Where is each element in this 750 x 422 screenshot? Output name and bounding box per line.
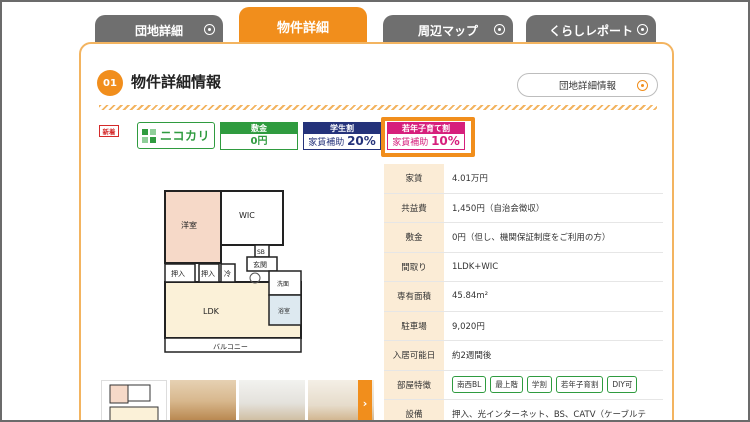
table-row: 間取り 1LDK+WIC <box>384 252 663 282</box>
thumbnail-photo[interactable] <box>170 380 236 420</box>
row-value: 45.84m² <box>452 291 489 302</box>
table-row: 家賃 4.01万円 <box>384 164 663 194</box>
floorplan-label: WIC <box>239 211 255 220</box>
badge-value: 家賃補助 20% <box>304 134 380 151</box>
property-details-table: 家賃 4.01万円 共益費 1,450円（自治会徴収） 敷金 0円（但し、機関保… <box>384 164 663 420</box>
badge-value: 家賃補助 10% <box>388 134 464 151</box>
link-label: 団地詳細情報 <box>558 81 616 92</box>
badge-value-prefix: 家賃補助 <box>308 138 345 148</box>
section-title: 物件詳細情報 <box>131 73 222 91</box>
table-row: 専有面積 45.84m² <box>384 282 663 312</box>
room-feature-tags: 南西BL 最上階 学割 若年子育割 DIY可 <box>444 371 663 400</box>
floor-plan: 洋室 WIC SB 玄関 押入 押入 冷 LDK 洗面 浴室 バルコニー <box>159 186 307 356</box>
row-value: 1,450円（自治会徴収） <box>452 203 545 214</box>
thumbnail-floorplan[interactable] <box>101 380 167 420</box>
floorplan-label: LDK <box>203 307 220 316</box>
circle-arrow-icon <box>637 24 648 35</box>
nikokari-logo-icon <box>142 128 156 143</box>
nikokari-label: ニコカリ <box>160 129 211 143</box>
table-row: 設備 押入、光インターネット、BS、CATV（ケーブルテ <box>384 400 663 420</box>
tab-label: くらしレポート <box>548 23 633 38</box>
feature-tag: 最上階 <box>490 376 523 394</box>
table-row: 共益費 1,450円（自治会徴収） <box>384 193 663 223</box>
table-row: 駐車場 9,020円 <box>384 311 663 341</box>
row-label: 専有面積 <box>384 282 444 311</box>
row-label: 敷金 <box>384 223 444 252</box>
row-label: 部屋特徴 <box>384 370 444 399</box>
badge-value-prefix: 家賃補助 <box>392 138 429 148</box>
floorplan-label: 冷 <box>224 269 231 278</box>
new-badge: 新着 <box>99 125 119 137</box>
thumbnail-photo[interactable] <box>239 380 305 420</box>
row-label: 入居可能日 <box>384 341 444 370</box>
young-family-discount-badge: 若年子育て割 家賃補助 10% <box>387 122 465 150</box>
badge-value-percent: 10% <box>431 134 460 148</box>
tab-label: 団地詳細 <box>134 23 183 38</box>
floorplan-label: 玄関 <box>253 260 267 269</box>
photo-thumbnails <box>101 380 377 420</box>
feature-tag: 学割 <box>526 376 552 394</box>
row-value: 0円（但し、機関保証制度をご利用の方） <box>452 233 611 244</box>
floorplan-label: 押入 <box>201 269 215 278</box>
badge-value: 0円 <box>250 136 268 147</box>
row-value: 4.01万円 <box>452 174 488 185</box>
row-label: 間取り <box>384 252 444 281</box>
section-number: 01 <box>97 70 123 96</box>
row-value: 押入、光インターネット、BS、CATV（ケーブルテ <box>452 410 646 420</box>
feature-tag: 南西BL <box>452 376 487 394</box>
table-row: 部屋特徴 南西BL 最上階 学割 若年子育割 DIY可 <box>384 370 663 400</box>
chevron-right-icon: › <box>362 396 368 410</box>
shikikin-badge: 敷金 0円 <box>220 122 298 150</box>
badge-value-percent: 20% <box>347 134 376 148</box>
page: 団地詳細 物件詳細 周辺マップ くらしレポート 01 物件詳細情報 団地詳細情報… <box>2 2 748 420</box>
tab-danchi-detail[interactable]: 団地詳細 <box>95 15 223 45</box>
floorplan-label: バルコニー <box>213 343 248 351</box>
tab-property-detail[interactable]: 物件詳細 <box>239 7 367 45</box>
dashed-divider <box>99 105 657 110</box>
floorplan-label: 洋室 <box>181 220 197 230</box>
tab-label: 物件詳細 <box>276 20 329 36</box>
floorplan-label: SB <box>257 249 265 256</box>
badge-head: 若年子育て割 <box>388 123 464 134</box>
feature-tag: 若年子育割 <box>555 376 604 394</box>
tab-life-report[interactable]: くらしレポート <box>526 15 656 45</box>
badge-head: 学生割 <box>304 123 380 134</box>
student-discount-badge: 学生割 家賃補助 20% <box>303 122 381 150</box>
nikokari-badge: ニコカリ <box>137 122 215 149</box>
circle-arrow-icon <box>204 24 215 35</box>
danchi-detail-link-button[interactable]: 団地詳細情報 <box>517 73 658 97</box>
row-label: 共益費 <box>384 193 444 222</box>
row-label: 駐車場 <box>384 311 444 340</box>
row-value: 約2週間後 <box>452 351 492 362</box>
row-value: 9,020円 <box>452 321 485 332</box>
feature-tag: DIY可 <box>607 376 638 394</box>
floorplan-label: 押入 <box>171 269 185 278</box>
table-row: 敷金 0円（但し、機関保証制度をご利用の方） <box>384 223 663 253</box>
floorplan-label: 洗面 <box>277 280 289 288</box>
row-value: 1LDK+WIC <box>452 261 499 272</box>
thumbnail-next-button[interactable]: › <box>358 380 372 420</box>
table-row: 入居可能日 約2週間後 <box>384 341 663 371</box>
property-detail-panel: 01 物件詳細情報 団地詳細情報 新着 ニコカリ 敷金 0円 学生割 家賃補助 … <box>79 42 674 420</box>
circle-arrow-icon <box>637 80 648 91</box>
badge-head: 敷金 <box>221 123 297 134</box>
tab-label: 周辺マップ <box>417 23 478 38</box>
floorplan-label: 浴室 <box>278 307 290 315</box>
circle-arrow-icon <box>494 24 505 35</box>
tab-area-map[interactable]: 周辺マップ <box>383 15 513 45</box>
row-label: 設備 <box>384 400 444 420</box>
row-label: 家賃 <box>384 164 444 193</box>
